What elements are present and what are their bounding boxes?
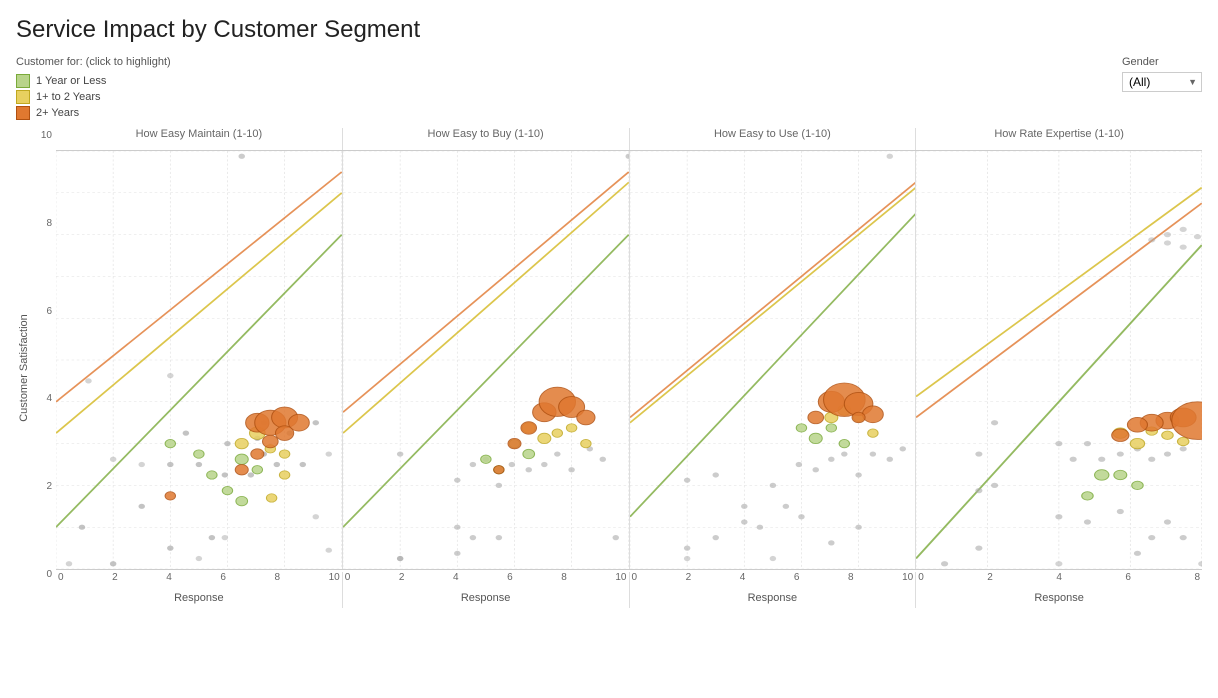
- x-tick-u-10: 10: [902, 572, 913, 590]
- legend-item-1year[interactable]: 1 Year or Less: [16, 74, 171, 88]
- legend-label-2year: 1+ to 2 Years: [36, 91, 101, 103]
- x-tick-m-6: 6: [220, 572, 226, 590]
- x-tick-m-4: 4: [166, 572, 172, 590]
- chart-title-expertise: How Rate Expertise (1-10): [915, 128, 1202, 150]
- legend-label-2plus: 2+ Years: [36, 107, 79, 119]
- x-tick-m-10: 10: [329, 572, 340, 590]
- x-tick-u-2: 2: [686, 572, 692, 590]
- chart-expertise: [916, 151, 1202, 569]
- x-tick-b-6: 6: [507, 572, 513, 590]
- gender-filter-label: Gender: [1122, 56, 1202, 68]
- page-title: Service Impact by Customer Segment: [16, 16, 1202, 44]
- x-tick-e-2: 2: [987, 572, 993, 590]
- chart-use-svg: [630, 151, 916, 569]
- x-tick-b-4: 4: [453, 572, 459, 590]
- x-label-buy: Response: [461, 592, 511, 604]
- chart-use: [630, 151, 917, 569]
- gender-select[interactable]: (All) Male Female: [1122, 72, 1202, 92]
- y-tick-2: 2: [34, 481, 56, 492]
- y-tick-6: 6: [34, 306, 56, 317]
- legend-label-1year: 1 Year or Less: [36, 75, 106, 87]
- x-tick-u-8: 8: [848, 572, 854, 590]
- y-axis-label: Customer Satisfaction: [18, 314, 30, 422]
- x-tick-b-10: 10: [615, 572, 626, 590]
- legend-title: Customer for: (click to highlight): [16, 56, 171, 68]
- y-tick-8: 8: [34, 218, 56, 229]
- x-label-use: Response: [748, 592, 798, 604]
- legend-item-2year[interactable]: 1+ to 2 Years: [16, 90, 171, 104]
- x-tick-e-4: 4: [1056, 572, 1062, 590]
- x-tick-u-0: 0: [632, 572, 638, 590]
- x-tick-b-2: 2: [399, 572, 405, 590]
- chart-expertise-svg: [916, 151, 1202, 569]
- x-tick-e-8: 8: [1194, 572, 1200, 590]
- x-tick-u-6: 6: [794, 572, 800, 590]
- x-label-maintain: Response: [174, 592, 224, 604]
- legend-item-2plus[interactable]: 2+ Years: [16, 106, 171, 120]
- gender-select-wrapper[interactable]: (All) Male Female: [1122, 72, 1202, 92]
- chart-maintain: [56, 151, 343, 569]
- legend-swatch-2plus: [16, 106, 30, 120]
- x-tick-u-4: 4: [740, 572, 746, 590]
- x-tick-e-0: 0: [918, 572, 924, 590]
- y-tick-10: 10: [34, 130, 56, 141]
- chart-title-buy: How Easy to Buy (1-10): [342, 128, 629, 150]
- y-tick-4: 4: [34, 393, 56, 404]
- x-tick-m-2: 2: [112, 572, 118, 590]
- legend: Customer for: (click to highlight) 1 Yea…: [16, 56, 171, 120]
- chart-buy-svg: [343, 151, 629, 569]
- gender-filter: Gender (All) Male Female: [1122, 56, 1202, 92]
- x-tick-b-8: 8: [561, 572, 567, 590]
- chart-buy: [343, 151, 630, 569]
- legend-swatch-2year: [16, 90, 30, 104]
- x-label-expertise: Response: [1034, 592, 1084, 604]
- x-tick-m-0: 0: [58, 572, 64, 590]
- chart-title-maintain: How Easy Maintain (1-10): [56, 128, 342, 150]
- x-tick-b-0: 0: [345, 572, 351, 590]
- chart-title-use: How Easy to Use (1-10): [629, 128, 916, 150]
- x-tick-m-8: 8: [275, 572, 281, 590]
- y-tick-0: 0: [34, 569, 56, 580]
- chart-maintain-svg: [56, 151, 342, 569]
- x-tick-e-6: 6: [1125, 572, 1131, 590]
- legend-swatch-1year: [16, 74, 30, 88]
